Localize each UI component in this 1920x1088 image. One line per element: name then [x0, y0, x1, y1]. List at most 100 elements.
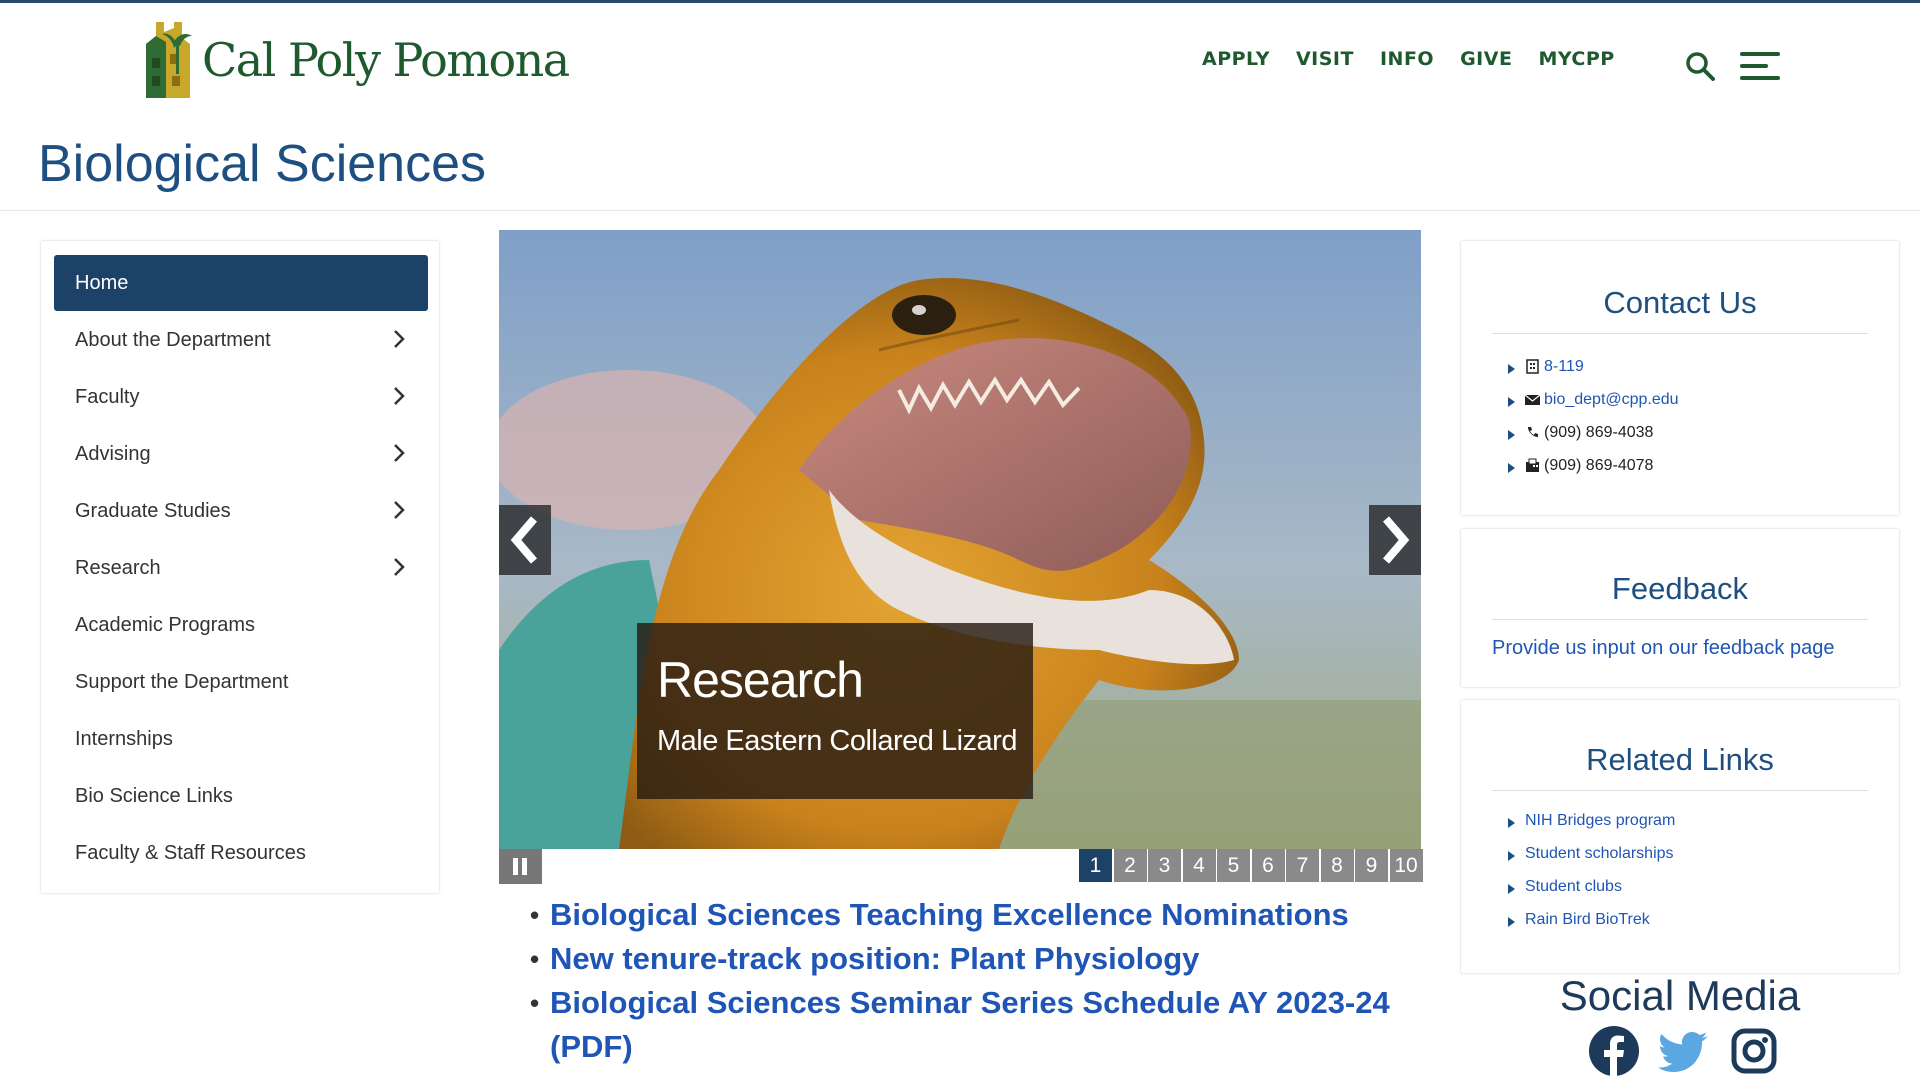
contact-list: 8-119 bio_dept@cpp.edu (909) 869-4038 (9… — [1505, 350, 1679, 482]
social-links — [1588, 1025, 1798, 1077]
hamburger-menu-icon[interactable] — [1740, 52, 1780, 82]
sidebar-item-label: Faculty — [75, 385, 140, 408]
list-item: Biological Sciences Seminar Series Sched… — [530, 981, 1410, 1069]
news-link[interactable]: New tenure-track position: Plant Physiol… — [550, 941, 1199, 976]
carousel-page-8[interactable]: 8 — [1320, 849, 1354, 882]
carousel-caption[interactable]: Research Male Eastern Collared Lizard — [637, 623, 1033, 799]
carousel-page-2[interactable]: 2 — [1113, 849, 1147, 882]
twitter-icon[interactable] — [1658, 1025, 1710, 1077]
sidebar-item-academic-programs[interactable]: Academic Programs — [54, 597, 428, 653]
related-link[interactable]: Rain Bird BioTrek — [1525, 903, 1650, 936]
list-item: Student clubs — [1505, 870, 1675, 903]
chevron-right-icon — [394, 558, 405, 576]
list-item: New tenure-track position: Plant Physiol… — [530, 937, 1410, 981]
building-icon — [1526, 359, 1539, 374]
contact-title: Contact Us — [1603, 285, 1757, 320]
sidebar-item-label: Bio Science Links — [75, 784, 233, 807]
instagram-icon[interactable] — [1728, 1025, 1780, 1077]
sidebar-item-about[interactable]: About the Department — [54, 312, 428, 368]
nav-info[interactable]: INFO — [1380, 48, 1434, 70]
search-button[interactable] — [1684, 50, 1716, 82]
related-link[interactable]: Student scholarships — [1525, 837, 1674, 870]
nav-apply[interactable]: APPLY — [1202, 48, 1270, 70]
sidebar-item-home[interactable]: Home — [54, 255, 428, 311]
list-item: Rain Bird BioTrek — [1505, 903, 1675, 936]
sidebar-item-faculty[interactable]: Faculty — [54, 369, 428, 425]
phone-number: (909) 869-4038 — [1544, 424, 1654, 441]
chevron-right-icon — [1382, 516, 1410, 564]
news-link[interactable]: Biological Sciences Teaching Excellence … — [550, 897, 1349, 932]
sidebar-item-label: Advising — [75, 442, 151, 465]
related-link[interactable]: Student clubs — [1525, 870, 1622, 903]
carousel-pause-button[interactable] — [499, 849, 542, 884]
sidebar-item-label: Support the Department — [75, 670, 289, 693]
carousel-page-5[interactable]: 5 — [1217, 849, 1250, 882]
sidebar-item-faculty-staff-resources[interactable]: Faculty & Staff Resources — [54, 825, 428, 881]
carousel-next-button[interactable] — [1369, 505, 1421, 575]
caption-title: Research — [657, 652, 864, 708]
fax-icon — [1526, 458, 1539, 472]
chevron-left-icon — [510, 516, 538, 564]
sidebar-item-label: Research — [75, 556, 161, 579]
list-item: bio_dept@cpp.edu — [1505, 383, 1679, 416]
department-sidebar-nav: Home About the Department Faculty Advisi… — [40, 240, 440, 894]
university-tower-logo-icon — [146, 22, 192, 98]
carousel-page-10[interactable]: 10 — [1389, 849, 1423, 882]
chevron-right-icon — [394, 387, 405, 405]
sidebar-item-label: Academic Programs — [75, 613, 256, 636]
sidebar-item-label: Home — [75, 271, 129, 294]
sidebar-item-advising[interactable]: Advising — [54, 426, 428, 482]
chevron-right-icon — [394, 501, 405, 519]
sidebar-item-bio-science-links[interactable]: Bio Science Links — [54, 768, 428, 824]
carousel-page-1[interactable]: 1 — [1079, 849, 1112, 882]
carousel-page-7[interactable]: 7 — [1286, 849, 1319, 882]
nav-mycpp[interactable]: MYCPP — [1538, 48, 1614, 70]
carousel-prev-button[interactable] — [499, 505, 551, 575]
cal-poly-pomona-logo[interactable]: Cal Poly Pomona — [138, 18, 570, 102]
related-links-list: NIH Bridges program Student scholarships… — [1505, 804, 1675, 936]
sidebar-item-graduate-studies[interactable]: Graduate Studies — [54, 483, 428, 539]
news-list: Biological Sciences Teaching Excellence … — [530, 893, 1410, 1069]
social-media-title: Social Media — [1559, 972, 1801, 1019]
feedback-panel: Feedback Provide us input on our feedbac… — [1460, 528, 1900, 688]
sidebar-item-internships[interactable]: Internships — [54, 711, 428, 767]
phone-icon — [1528, 427, 1538, 437]
utility-nav: APPLY VISIT INFO GIVE MYCPP — [1202, 48, 1641, 70]
chevron-right-icon — [394, 444, 405, 462]
list-item: (909) 869-4038 — [1505, 416, 1679, 449]
carousel-page-9[interactable]: 9 — [1355, 849, 1388, 882]
related-links-title: Related Links — [1586, 742, 1774, 777]
envelope-icon — [1525, 394, 1540, 405]
list-item: (909) 869-4078 — [1505, 449, 1679, 482]
feedback-title: Feedback — [1611, 571, 1749, 606]
sidebar-item-label: Graduate Studies — [75, 499, 231, 522]
nav-visit[interactable]: VISIT — [1296, 48, 1354, 70]
contact-panel: Contact Us 8-119 bio_dept@cpp.edu (909) … — [1460, 240, 1900, 516]
sidebar-item-label: Internships — [75, 727, 173, 750]
page-title: Biological Sciences — [38, 135, 487, 193]
carousel-page-6[interactable]: 6 — [1251, 849, 1285, 882]
search-icon — [1686, 52, 1715, 81]
nav-give[interactable]: GIVE — [1460, 48, 1512, 70]
list-item: NIH Bridges program — [1505, 804, 1675, 837]
carousel-page-4[interactable]: 4 — [1182, 849, 1216, 882]
facebook-icon[interactable] — [1588, 1025, 1640, 1077]
caption-subtitle: Male Eastern Collared Lizard — [657, 725, 1017, 757]
feedback-link[interactable]: Provide us input on our feedback page — [1492, 637, 1834, 660]
list-item: Student scholarships — [1505, 837, 1675, 870]
sidebar-item-support[interactable]: Support the Department — [54, 654, 428, 710]
news-link[interactable]: Biological Sciences Seminar Series Sched… — [550, 985, 1390, 1064]
fax-number: (909) 869-4078 — [1544, 457, 1654, 474]
divider — [1492, 619, 1868, 620]
email-link[interactable]: bio_dept@cpp.edu — [1544, 383, 1679, 416]
room-link[interactable]: 8-119 — [1544, 350, 1584, 383]
related-links-panel: Related Links NIH Bridges program Studen… — [1460, 699, 1900, 974]
logo-wordmark: Cal Poly Pomona — [202, 33, 570, 87]
related-link[interactable]: NIH Bridges program — [1525, 804, 1675, 837]
sidebar-item-research[interactable]: Research — [54, 540, 428, 596]
chevron-right-icon — [394, 330, 405, 348]
sidebar-item-label: Faculty & Staff Resources — [75, 841, 306, 864]
sidebar-item-label: About the Department — [75, 328, 271, 351]
image-carousel: Research Male Eastern Collared Lizard — [499, 230, 1421, 849]
carousel-page-3[interactable]: 3 — [1148, 849, 1181, 882]
